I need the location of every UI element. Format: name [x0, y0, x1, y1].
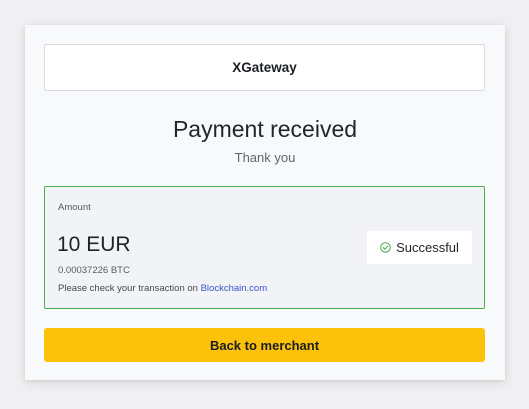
page-title: Payment received — [172, 116, 358, 142]
page-subtitle: Thank you — [234, 150, 296, 165]
amount-value: 10 EUR — [57, 233, 131, 256]
merchant-brand: XGateway — [44, 44, 485, 91]
payment-card: XGateway Payment received Thank you Amou… — [25, 25, 505, 380]
status-badge: Successful — [367, 231, 472, 264]
status-text: Successful — [396, 240, 459, 255]
brand-name: XGateway — [232, 60, 297, 75]
transaction-note: Please check your transaction on Blockch… — [58, 283, 267, 294]
btc-amount: 0.00037226 BTC — [58, 265, 130, 276]
check-circle-icon — [380, 242, 391, 253]
transaction-note-text: Please check your transaction on — [58, 283, 198, 294]
amount-label: Amount — [58, 202, 91, 213]
blockchain-link[interactable]: Blockchain.com — [201, 283, 268, 294]
back-to-merchant-button[interactable]: Back to merchant — [44, 328, 485, 362]
payment-summary: Amount 10 EUR 0.00037226 BTC Please chec… — [44, 186, 485, 309]
